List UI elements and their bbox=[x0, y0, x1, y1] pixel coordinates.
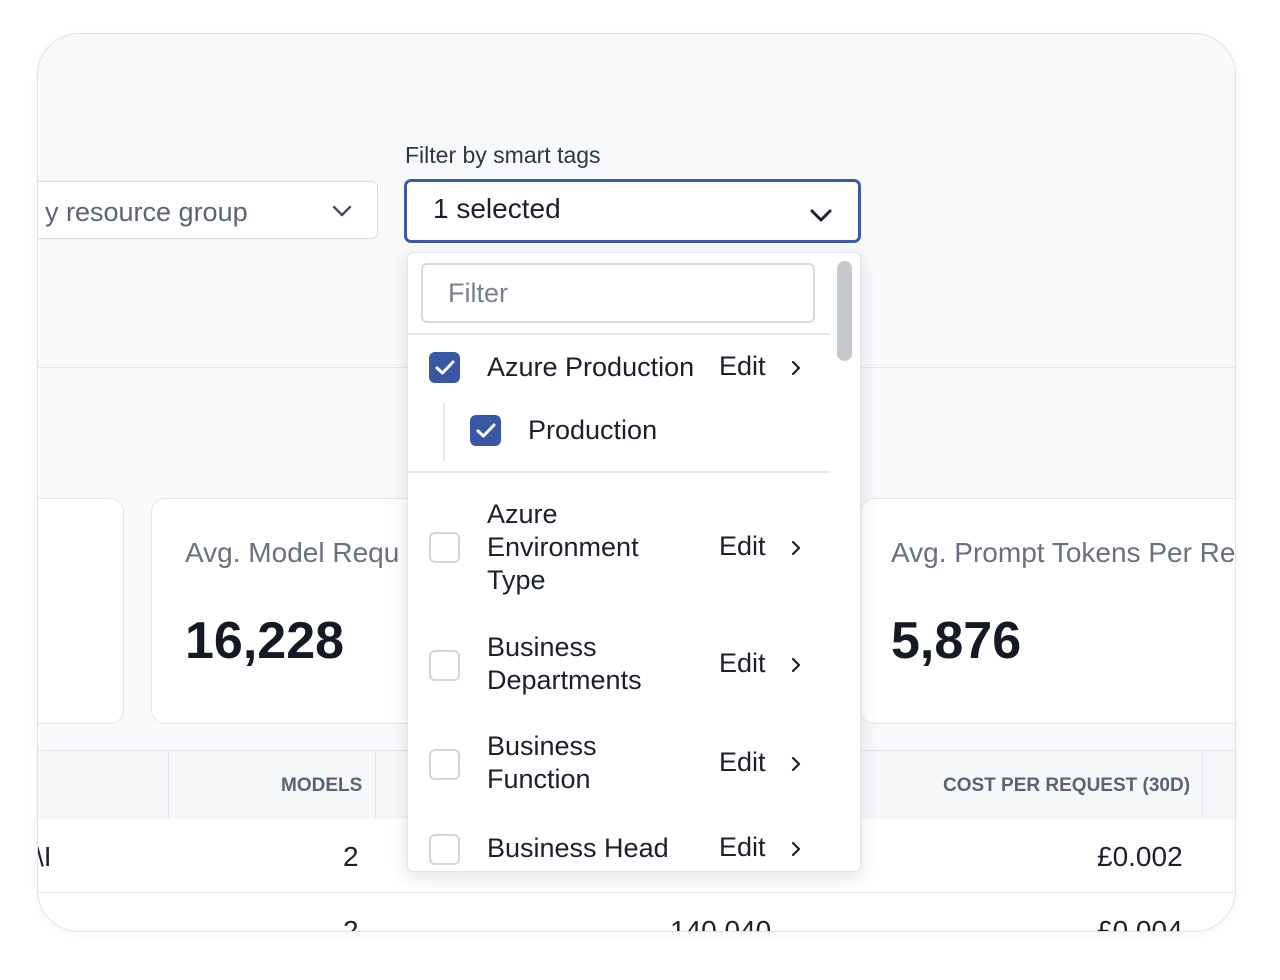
dropdown-option-label: Business Departments bbox=[487, 632, 642, 695]
column-separator bbox=[1202, 751, 1203, 819]
dropdown-option-production[interactable]: Production bbox=[458, 408, 828, 454]
dropdown-option-business-head[interactable]: Business Head Edit bbox=[408, 828, 828, 871]
app-window: y resource group Filter by smart tags 1 … bbox=[37, 33, 1236, 932]
stat-card-value: 16,228 bbox=[185, 612, 345, 670]
checkbox-unchecked[interactable] bbox=[429, 834, 460, 865]
chevron-right-icon[interactable] bbox=[789, 840, 803, 858]
chevron-right-icon[interactable] bbox=[789, 755, 803, 773]
edit-link[interactable]: Edit bbox=[719, 747, 766, 778]
table-cell-models: 2 bbox=[343, 841, 359, 872]
chevron-down-icon bbox=[809, 203, 833, 227]
dropdown-scrollbar-thumb[interactable] bbox=[837, 261, 852, 361]
edit-link[interactable]: Edit bbox=[719, 351, 766, 382]
dropdown-divider bbox=[408, 333, 830, 335]
smart-tags-dropdown: Azure Production Edit Production Azure E… bbox=[407, 252, 861, 872]
dropdown-filter-input[interactable] bbox=[421, 263, 815, 323]
stat-card-label: Avg. Prompt Tokens Per Re bbox=[891, 537, 1236, 568]
resource-group-select-value: y resource group bbox=[45, 197, 248, 227]
stat-card-value: 5,876 bbox=[891, 612, 1022, 670]
nest-indent-line bbox=[443, 403, 445, 461]
column-separator bbox=[375, 751, 376, 819]
dropdown-option-label: Azure Environment Type bbox=[487, 499, 639, 595]
checkbox-unchecked[interactable] bbox=[429, 532, 460, 563]
table-cell-name: \I bbox=[37, 841, 52, 872]
table-cell-cost-per-request: £0.002 bbox=[1097, 841, 1183, 872]
stat-card-avg-prompt-tokens: Avg. Prompt Tokens Per Re 5,876 bbox=[860, 498, 1236, 724]
checkbox-unchecked[interactable] bbox=[429, 749, 460, 780]
dropdown-option-business-function[interactable]: Business Function Edit bbox=[408, 730, 828, 800]
resource-group-select[interactable]: y resource group bbox=[38, 181, 378, 239]
dropdown-option-label: Azure Production bbox=[487, 352, 695, 382]
column-header-cost-per-request[interactable]: COST PER REQUEST (30D) bbox=[943, 775, 1190, 797]
smart-tags-select-value: 1 selected bbox=[433, 193, 561, 224]
checkbox-checked[interactable] bbox=[429, 352, 460, 383]
chevron-right-icon[interactable] bbox=[789, 359, 803, 377]
checkmark-icon bbox=[476, 423, 496, 438]
table-cell-value: 140,040 bbox=[670, 915, 772, 932]
dropdown-option-azure-production[interactable]: Azure Production Edit bbox=[408, 343, 828, 393]
dropdown-divider bbox=[408, 471, 830, 473]
dropdown-option-business-departments[interactable]: Business Departments Edit bbox=[408, 631, 828, 701]
edit-link[interactable]: Edit bbox=[719, 531, 766, 562]
stat-card-label: Avg. Model Requ bbox=[185, 537, 400, 568]
checkmark-icon bbox=[435, 360, 455, 375]
smart-tags-select[interactable]: 1 selected bbox=[404, 179, 861, 243]
table-row[interactable]: 2 140,040 £0.004 bbox=[38, 893, 1235, 932]
table-cell-models: 2 bbox=[343, 915, 359, 932]
column-separator bbox=[168, 751, 169, 819]
dropdown-option-label: Business Head bbox=[487, 833, 669, 863]
dropdown-option-label: Business Function bbox=[487, 731, 597, 794]
chevron-right-icon[interactable] bbox=[789, 539, 803, 557]
edit-link[interactable]: Edit bbox=[719, 832, 766, 863]
chevron-right-icon[interactable] bbox=[789, 656, 803, 674]
chevron-down-icon bbox=[331, 200, 353, 222]
stat-card bbox=[38, 498, 124, 724]
column-header-models[interactable]: MODELS bbox=[281, 775, 362, 797]
checkbox-checked[interactable] bbox=[470, 415, 501, 446]
checkbox-unchecked[interactable] bbox=[429, 650, 460, 681]
edit-link[interactable]: Edit bbox=[719, 648, 766, 679]
smart-tags-label: Filter by smart tags bbox=[405, 142, 601, 168]
dropdown-option-label: Production bbox=[528, 415, 658, 445]
table-cell-cost-per-request: £0.004 bbox=[1097, 915, 1183, 932]
dropdown-option-azure-environment-type[interactable]: Azure Environment Type Edit bbox=[408, 498, 828, 598]
